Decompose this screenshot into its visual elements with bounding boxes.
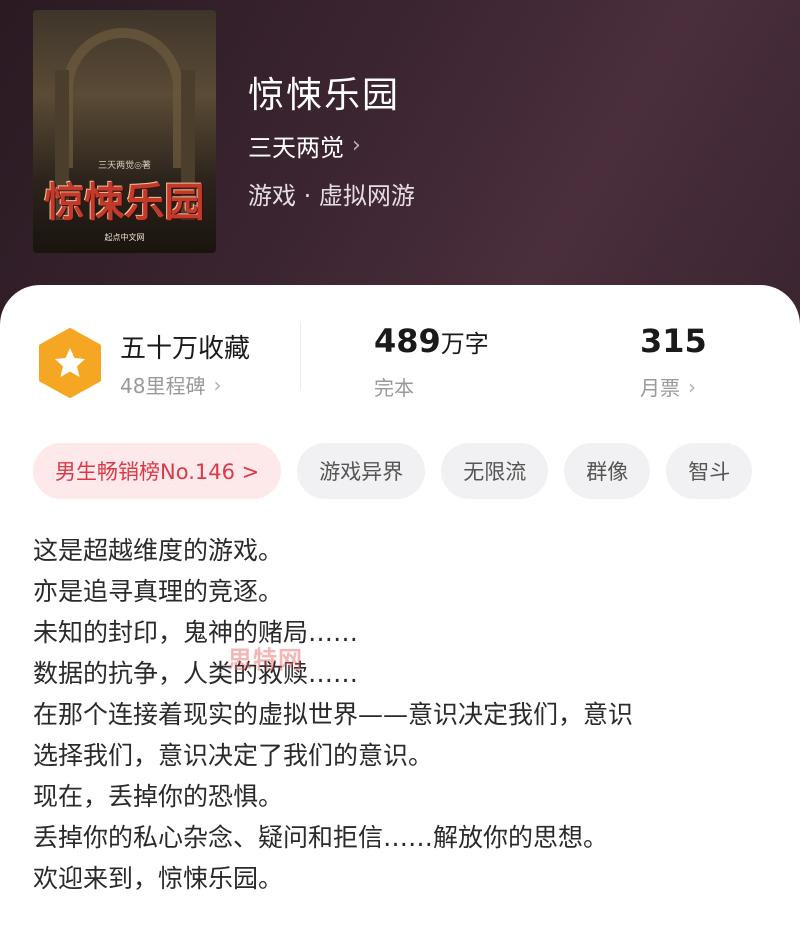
stats-divider: [300, 322, 301, 390]
watermark: 思特网: [228, 646, 303, 674]
description-line: 这是超越维度的游戏。: [33, 536, 284, 565]
author-link[interactable]: 三天两觉 ›: [248, 128, 361, 163]
word-count-unit: 万字: [440, 330, 489, 358]
word-count-value: 489: [374, 322, 441, 360]
description-line: 亦是追寻真理的竞逐。: [33, 577, 284, 606]
description-line: 丢掉你的私心杂念、疑问和拒信……解放你的思想。: [33, 823, 609, 852]
word-count: 489万字: [374, 322, 489, 360]
tag-list: 男生畅销榜No.146 > 游戏异界 无限流 群像 智斗: [33, 443, 753, 499]
status-label: 完本: [374, 376, 414, 400]
monthly-votes-label: 月票: [640, 376, 680, 400]
book-description[interactable]: 这是超越维度的游戏。 亦是追寻真理的竞逐。 未知的封印，鬼神的赌局…… 数据的抗…: [33, 530, 778, 899]
book-title: 惊悚乐园: [248, 75, 401, 116]
favorites-count: 五十万收藏: [120, 334, 251, 364]
description-line: 现在，丢掉你的恐惧。: [33, 782, 284, 811]
milestones-link[interactable]: 48里程碑 ›: [120, 370, 221, 399]
chevron-right-icon: ›: [688, 374, 696, 399]
monthly-votes-value: 315: [640, 322, 707, 360]
description-line: 未知的封印，鬼神的赌局……: [33, 618, 359, 647]
description-line: 在那个连接着现实的虚拟世界——意识决定我们，意识: [33, 700, 634, 729]
book-genre: 游戏 · 虚拟网游: [248, 182, 415, 210]
bestseller-rank-tag[interactable]: 男生畅销榜No.146 >: [33, 443, 282, 499]
tag-chip[interactable]: 智斗: [666, 443, 753, 499]
description-line: 选择我们，意识决定了我们的意识。: [33, 741, 434, 770]
monthly-votes: 315: [640, 322, 707, 360]
cover-publisher: 起点中文网: [104, 233, 145, 242]
author-name: 三天两觉: [248, 134, 344, 162]
cover-art-arch: [63, 28, 183, 168]
chevron-right-icon: ›: [213, 372, 222, 397]
tag-chip[interactable]: 无限流: [441, 443, 549, 499]
chevron-right-icon: ›: [352, 133, 361, 158]
star-badge-icon: [38, 328, 102, 398]
book-cover[interactable]: 三天两觉◎著 惊悚乐园 起点中文网: [33, 10, 216, 253]
description-line: 欢迎来到，惊悚乐园。: [33, 864, 284, 893]
tag-chip[interactable]: 游戏异界: [297, 443, 426, 499]
cover-title: 惊悚乐园: [44, 179, 205, 226]
milestones-label: 48里程碑: [120, 374, 206, 398]
tag-chip[interactable]: 群像: [564, 443, 651, 499]
description-line: 数据的抗争，人类的救赎……: [33, 659, 359, 688]
monthly-votes-link[interactable]: 月票 ›: [640, 372, 696, 401]
